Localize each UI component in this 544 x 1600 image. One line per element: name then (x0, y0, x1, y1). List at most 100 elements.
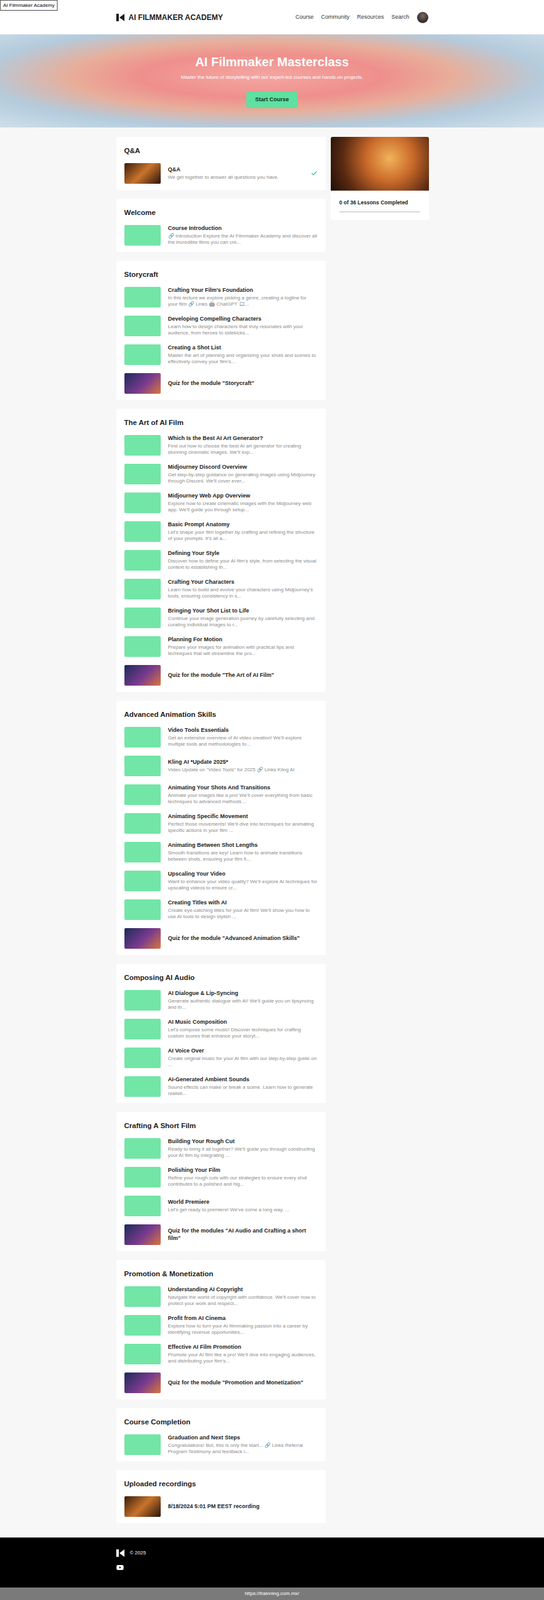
lesson-row[interactable]: Course Introduction🔗 Introduction Explor… (124, 220, 318, 250)
lesson-list: Course Introduction🔗 Introduction Explor… (124, 220, 318, 250)
lesson-text: AI Dialogue & Lip-SyncingGenerate authen… (168, 989, 318, 1012)
start-course-button[interactable]: Start Course (246, 91, 298, 109)
nav-link[interactable]: Community (320, 13, 350, 22)
nav-link[interactable]: Resources (357, 13, 384, 22)
module-title: Advanced Animation Skills (124, 708, 318, 721)
lesson-description: Ready to bring it all together? We'll gu… (168, 1146, 318, 1160)
lesson-row[interactable]: Quiz for the module "Advanced Animation … (124, 924, 318, 953)
course-image (330, 136, 429, 191)
footer-inner: © 2025 (116, 1538, 429, 1572)
lesson-row[interactable]: Video Tools EssentialsGet an extensive o… (124, 722, 318, 752)
lesson-row[interactable]: Profit from AI CinemaExplore how to turn… (124, 1311, 318, 1340)
lesson-title: Quiz for the module "Promotion and Monet… (168, 1379, 318, 1387)
lesson-list: 8/18/2024 5:01 PM EEST recording (124, 1492, 318, 1522)
lesson-thumbnail (124, 1496, 161, 1518)
page: AI Filmmaker AcademyAI FILMMAKER ACADEMY… (0, 0, 544, 1600)
module-card: StorycraftCrafting Your Film's Foundatio… (116, 260, 326, 401)
lesson-list: Which Is the Best AI Art Generator?Find … (124, 430, 318, 690)
lesson-row[interactable]: Animating Your Shots And TransitionsAnim… (124, 780, 318, 810)
lesson-text: Course Introduction🔗 Introduction Explor… (168, 224, 318, 246)
lesson-row[interactable]: Building Your Rough CutReady to bring it… (124, 1134, 318, 1164)
lesson-row[interactable]: Q&AWe get together to answer all questio… (124, 158, 318, 188)
logo-icon (116, 13, 126, 22)
lesson-row[interactable]: Quiz for the module "Storycraft" (124, 368, 318, 398)
lesson-title: Quiz for the modules "AI Audio and Craft… (168, 1227, 318, 1243)
lesson-row[interactable]: Creating a Shot ListMaster the art of pl… (124, 340, 318, 369)
nav-link[interactable]: Search (391, 13, 410, 22)
lesson-row[interactable]: Quiz for the module "Promotion and Monet… (124, 1368, 318, 1398)
lesson-text: Planning For MotionPrepare your images f… (168, 635, 318, 658)
lesson-row[interactable]: Basic Prompt AnatomyLet's shape your fil… (124, 517, 318, 546)
module-title: Promotion & Monetization (124, 1268, 318, 1281)
lesson-description: Animate your images like a pro! We'll co… (168, 792, 318, 806)
lesson-text: Effective AI Film PromotionPromote your … (168, 1343, 318, 1366)
lesson-thumbnail (124, 1286, 161, 1308)
nav-link[interactable]: Course (295, 13, 314, 22)
lesson-description: Explore how to create cinematic images w… (168, 500, 318, 514)
lesson-text: Polishing Your FilmRefine your rough cut… (168, 1166, 318, 1189)
header: AI FILMMAKER ACADEMY Course Community Resou… (0, 0, 544, 35)
lesson-text: Animating Between Shot LengthsSmooth tra… (168, 841, 318, 863)
lesson-row[interactable]: 8/18/2024 5:01 PM EEST recording (124, 1492, 318, 1522)
lesson-text: Bringing Your Shot List to LifeContinue … (168, 607, 318, 629)
lesson-row[interactable]: Quiz for the module "The Art of AI Film" (124, 660, 318, 690)
lesson-row[interactable]: AI-Generated Ambient SoundsSound effects… (124, 1072, 318, 1102)
lesson-description: Congratulations! But, this is only the s… (168, 1443, 318, 1456)
lesson-thumbnail (124, 1196, 161, 1217)
skip-link[interactable]: AI Filmmaker Academy (0, 0, 58, 11)
lesson-thumbnail (124, 1315, 161, 1337)
lesson-row[interactable]: AI Music CompositionLet's compose some m… (124, 1014, 318, 1044)
lesson-row[interactable]: Upscaling Your VideoWant to enhance your… (124, 866, 318, 896)
lesson-title: AI Music Composition (168, 1018, 318, 1027)
lesson-thumbnail (124, 1019, 161, 1040)
lesson-title: Which Is the Best AI Art Generator? (168, 434, 318, 443)
lesson-row[interactable]: Quiz for the modules "AI Audio and Craft… (124, 1220, 318, 1250)
lesson-title: World Premiere (168, 1198, 318, 1207)
module-title: Storycraft (124, 268, 318, 281)
lesson-title: 8/18/2024 5:01 PM EEST recording (168, 1503, 318, 1511)
lesson-row[interactable]: Planning For MotionPrepare your images f… (124, 632, 318, 661)
lesson-description: In this lecture we explore picking a gen… (168, 295, 318, 308)
brand[interactable]: AI FILMMAKER ACADEMY (116, 11, 224, 24)
lesson-row[interactable]: Creating Titles with AICreate eye-catchi… (124, 895, 318, 925)
lesson-row[interactable]: Which Is the Best AI Art Generator?Find … (124, 430, 318, 460)
lesson-row[interactable]: Kling AI *Update 2025*Video Update on "V… (124, 751, 318, 781)
lesson-title: Upscaling Your Video (168, 870, 318, 878)
lesson-thumbnail (124, 871, 161, 892)
footer-brand: © 2025 (116, 1549, 429, 1559)
lesson-title: Developing Compelling Characters (168, 315, 318, 323)
lesson-text: AI Voice OverCreate original music for y… (168, 1047, 318, 1069)
lesson-row[interactable]: AI Dialogue & Lip-SyncingGenerate authen… (124, 986, 318, 1015)
lesson-row[interactable]: Crafting Your Film's FoundationIn this l… (124, 282, 318, 312)
status-url: https://trainning.com.mx/ (244, 1590, 299, 1599)
avatar[interactable] (417, 11, 429, 24)
lesson-row[interactable]: Defining Your StyleDiscover how to defin… (124, 545, 318, 575)
lesson-row[interactable]: AI Voice OverCreate original music for y… (124, 1043, 318, 1073)
lesson-row[interactable]: Understanding AI CopyrightNavigate the w… (124, 1282, 318, 1312)
lesson-text: Quiz for the modules "AI Audio and Craft… (168, 1227, 318, 1243)
lesson-row[interactable]: Midjourney Discord OverviewGet step-by-s… (124, 459, 318, 489)
lesson-row[interactable]: Effective AI Film PromotionPromote your … (124, 1339, 318, 1369)
lesson-row[interactable]: Midjourney Web App OverviewExplore how t… (124, 488, 318, 518)
lesson-row[interactable]: Bringing Your Shot List to LifeContinue … (124, 603, 318, 633)
youtube-icon[interactable] (116, 1564, 124, 1572)
lesson-text: Which Is the Best AI Art Generator?Find … (168, 434, 318, 456)
lesson-row[interactable]: Polishing Your FilmRefine your rough cut… (124, 1163, 318, 1192)
lesson-thumbnail (124, 755, 161, 777)
lesson-thumbnail (124, 550, 161, 571)
lesson-row[interactable]: Animating Between Shot LengthsSmooth tra… (124, 837, 318, 867)
lesson-row[interactable]: Developing Compelling CharactersLearn ho… (124, 311, 318, 341)
lesson-thumbnail (124, 163, 161, 184)
lesson-title: Animating Between Shot Lengths (168, 841, 318, 850)
lesson-text: AI Music CompositionLet's compose some m… (168, 1018, 318, 1040)
lesson-text: 8/18/2024 5:01 PM EEST recording (168, 1503, 318, 1511)
lesson-row[interactable]: Crafting Your CharactersLearn how to bui… (124, 574, 318, 604)
lesson-row[interactable]: Graduation and Next StepsCongratulations… (124, 1430, 318, 1460)
lesson-thumbnail (124, 287, 161, 308)
lesson-thumbnail (124, 1224, 161, 1246)
lesson-row[interactable]: Animating Specific MovementPerfect those… (124, 809, 318, 838)
lesson-list: Graduation and Next StepsCongratulations… (124, 1430, 318, 1460)
lesson-description: Get step-by-step guidance on generating … (168, 472, 318, 485)
lesson-row[interactable]: World PremiereLet's get ready to premier… (124, 1191, 318, 1221)
lesson-thumbnail (124, 990, 161, 1012)
